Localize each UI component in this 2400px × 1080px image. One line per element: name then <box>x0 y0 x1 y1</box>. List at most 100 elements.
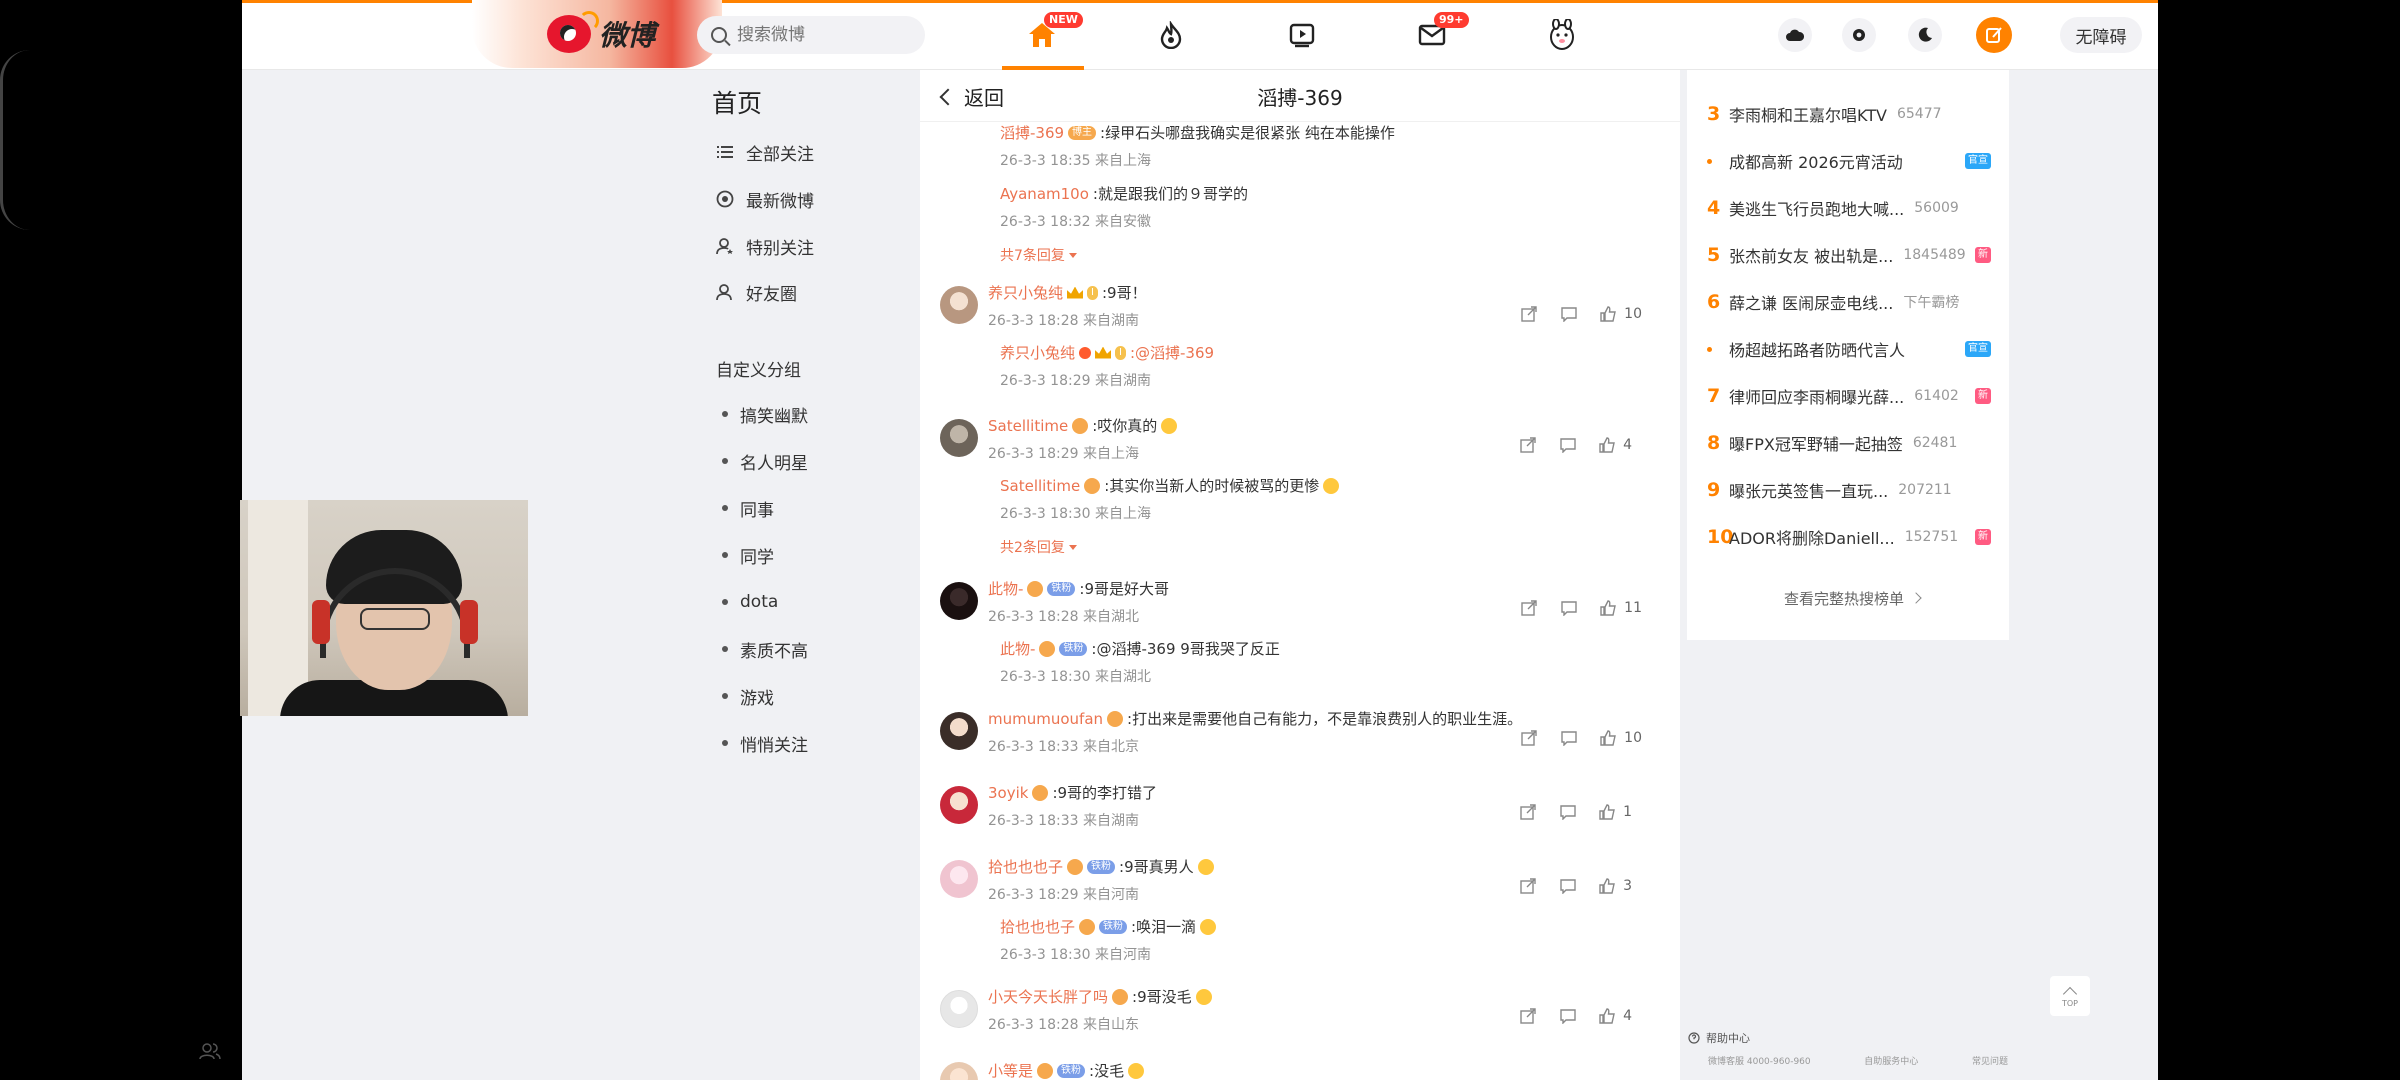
like-button[interactable]: 10 <box>1600 306 1642 322</box>
username[interactable]: 滔搏-369 <box>1000 122 1064 143</box>
hot-item[interactable]: 6 薛之谦 医闹尿壶电线... 下午霸榜 <box>1707 288 1997 316</box>
comment-icon[interactable] <box>1559 1008 1577 1024</box>
avatar[interactable] <box>940 419 978 457</box>
moon-icon <box>1918 27 1932 42</box>
like-button[interactable]: 4 <box>1599 437 1632 453</box>
comment-icon[interactable] <box>1560 600 1578 616</box>
nav-special-follow[interactable]: 特别关注 <box>716 232 814 260</box>
username[interactable]: 拾也也也子 <box>988 856 1063 877</box>
comment-icon[interactable] <box>1559 804 1577 820</box>
nav-home[interactable]: NEW <box>1022 12 1083 54</box>
footer-link[interactable]: 微博客服 4000-960-960 <box>1708 1054 1811 1067</box>
hot-search-panel: 3 李雨桐和王嘉尔唱KTV 65477 成都高新 2026元宵活动 官宣 4 美逃生飞行… <box>1687 70 2009 640</box>
share-icon[interactable] <box>1519 878 1537 894</box>
group-item[interactable]: 游戏 <box>722 682 774 710</box>
like-button[interactable]: 4 <box>1599 1008 1632 1024</box>
avatar[interactable] <box>940 712 978 750</box>
help-center-link[interactable]: 帮助中心 <box>1688 1030 1750 1046</box>
avatar[interactable] <box>940 1062 978 1080</box>
hot-item[interactable]: 成都高新 2026元宵活动 官宣 <box>1707 147 1997 175</box>
comment-meta: 26-3-3 18:29 来自上海 <box>988 446 1139 462</box>
group-item[interactable]: 名人明星 <box>722 447 808 475</box>
comment-icon[interactable] <box>1560 306 1578 322</box>
comment-icon[interactable] <box>1559 878 1577 894</box>
username[interactable]: 小天今天长胖了吗 <box>988 986 1108 1007</box>
share-icon[interactable] <box>1520 306 1538 322</box>
hot-item[interactable]: 9 曝张元英签售一直玩... 207211 <box>1707 476 1997 504</box>
username[interactable]: Ayanam10o <box>1000 185 1089 203</box>
username[interactable]: 3oyik <box>988 784 1028 802</box>
help-icon <box>1688 1032 1700 1044</box>
comment-icon[interactable] <box>1559 437 1577 453</box>
footer-link[interactable]: 自助服务中心 <box>1864 1054 1918 1067</box>
more-replies-link[interactable]: 共2条回复 <box>1000 537 1077 557</box>
more-replies-link[interactable]: 共7条回复 <box>1000 245 1077 265</box>
hot-item[interactable]: 7 律师回应李雨桐曝光薛... 61402 新 <box>1707 382 1997 410</box>
group-item[interactable]: 素质不高 <box>722 635 808 663</box>
username[interactable]: 此物- <box>1000 638 1035 659</box>
reply-line: 拾也也也子 铁粉 :唤泪一滴 <box>1000 916 1217 937</box>
settings-button[interactable] <box>1842 18 1876 52</box>
cloud-button[interactable] <box>1778 18 1812 52</box>
search-input[interactable] <box>737 25 907 45</box>
list-icon <box>716 143 734 161</box>
nav-latest[interactable]: 最新微博 <box>716 185 814 213</box>
comment-actions: 1 <box>1519 804 1632 820</box>
group-item[interactable]: 悄悄关注 <box>722 729 808 757</box>
hot-item[interactable]: 8 曝FPX冠军野辅一起抽签 62481 <box>1707 429 1997 457</box>
accessibility-button[interactable]: 无障碍 <box>2060 17 2142 53</box>
emoji-icon <box>1195 988 1212 1005</box>
hot-count: 1845489 <box>1903 247 1966 263</box>
nav-profile[interactable] <box>1542 16 1582 54</box>
dark-mode-button[interactable] <box>1908 18 1942 52</box>
hot-item[interactable]: 4 美逃生飞行员跑地大喊... 56009 <box>1707 194 1997 222</box>
comment-text: :9哥！ <box>1101 284 1147 302</box>
share-icon[interactable] <box>1520 600 1538 616</box>
username[interactable]: 养只小兔纯 <box>988 282 1063 303</box>
username[interactable]: 拾也也也子 <box>1000 916 1075 937</box>
like-button[interactable]: 11 <box>1600 600 1642 616</box>
back-to-top-button[interactable]: TOP <box>2050 976 2090 1016</box>
like-button[interactable]: 3 <box>1599 878 1632 894</box>
group-item[interactable]: 同学 <box>722 541 774 569</box>
group-item[interactable]: 搞笑幽默 <box>722 400 808 428</box>
group-item[interactable]: 同事 <box>722 494 774 522</box>
avatar[interactable] <box>940 582 978 620</box>
hot-item[interactable]: 3 李雨桐和王嘉尔唱KTV 65477 <box>1707 100 1997 128</box>
see-full-hot-list-link[interactable]: 查看完整热搜榜单 <box>1707 578 1997 618</box>
username[interactable]: Satellitime <box>1000 477 1080 495</box>
share-icon[interactable] <box>1519 1008 1537 1024</box>
hot-item[interactable]: 10 ADOR将删除Daniell... 152751 新 <box>1707 523 1997 551</box>
hot-rank: 10 <box>1707 526 1734 548</box>
weibo-logo[interactable]: 微博 <box>547 11 707 56</box>
share-icon[interactable] <box>1520 730 1538 746</box>
group-item[interactable]: dota <box>722 588 778 616</box>
new-tag: 新 <box>1975 388 1991 404</box>
hot-item[interactable]: 5 张杰前女友 被出轨是... 1845489 新 <box>1707 241 1997 269</box>
avatar[interactable] <box>940 860 978 898</box>
avatar[interactable] <box>940 786 978 824</box>
nav-hot[interactable] <box>1151 16 1191 54</box>
search-box[interactable] <box>697 16 925 54</box>
like-button[interactable]: 10 <box>1600 730 1642 746</box>
like-button[interactable]: 1 <box>1599 804 1632 820</box>
compose-button[interactable] <box>1976 17 2012 53</box>
hot-item[interactable]: 杨超越拓路者防晒代言人 官宣 <box>1707 335 1997 363</box>
avatar[interactable] <box>940 286 978 324</box>
username[interactable]: 养只小兔纯 <box>1000 342 1075 363</box>
weibo-eye-icon <box>547 11 599 53</box>
nav-all-follow[interactable]: 全部关注 <box>716 138 814 166</box>
username[interactable]: mumumuoufan <box>988 710 1103 728</box>
nav-messages[interactable]: 99+ <box>1412 12 1469 54</box>
username[interactable]: 小等是 <box>988 1060 1033 1080</box>
comment-icon[interactable] <box>1560 730 1578 746</box>
share-icon[interactable] <box>1519 437 1537 453</box>
avatar[interactable] <box>940 990 978 1028</box>
nav-video[interactable] <box>1282 16 1322 54</box>
footer-link[interactable]: 常见问题 <box>1972 1054 2008 1067</box>
nav-friends[interactable]: 好友圈 <box>716 278 797 306</box>
back-button[interactable]: 返回 <box>939 82 1004 111</box>
username[interactable]: Satellitime <box>988 417 1068 435</box>
username[interactable]: 此物- <box>988 578 1023 599</box>
share-icon[interactable] <box>1519 804 1537 820</box>
